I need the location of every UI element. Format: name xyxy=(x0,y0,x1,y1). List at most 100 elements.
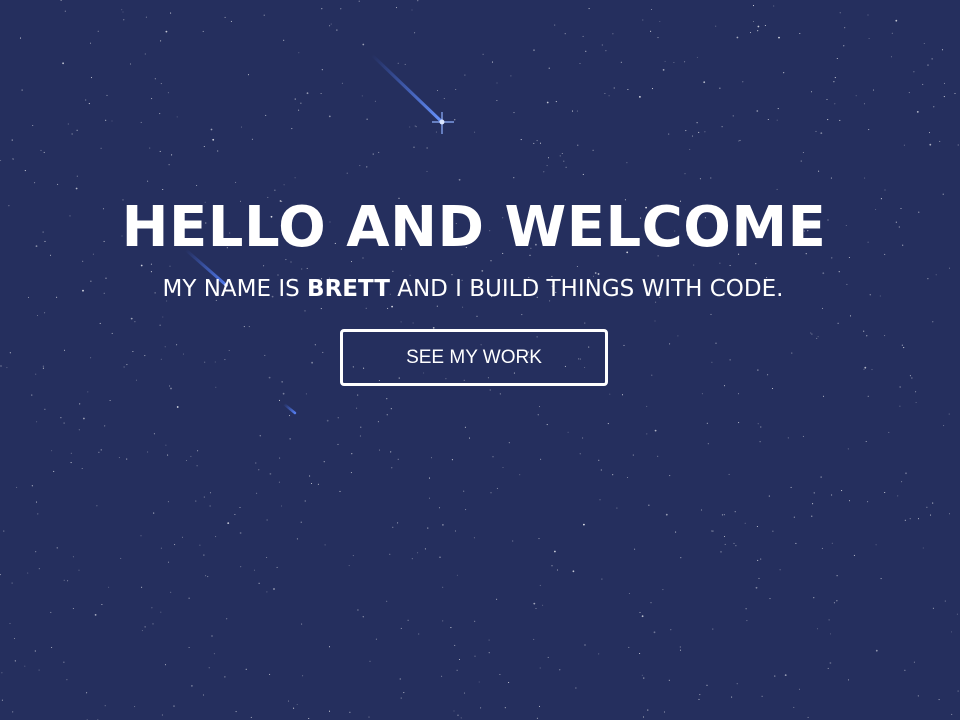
star xyxy=(387,307,389,309)
star xyxy=(791,352,793,354)
star xyxy=(176,116,178,118)
hero-title: HELLO AND WELCOME xyxy=(121,195,827,260)
star xyxy=(641,674,643,676)
star xyxy=(833,81,835,83)
star xyxy=(464,74,466,76)
star xyxy=(123,19,125,21)
star xyxy=(76,175,78,177)
star xyxy=(554,24,556,26)
star xyxy=(296,538,298,540)
star xyxy=(215,386,217,388)
star xyxy=(584,644,586,646)
star xyxy=(51,646,53,649)
star xyxy=(810,91,813,93)
star xyxy=(130,317,133,320)
star xyxy=(289,438,291,440)
star xyxy=(213,653,215,655)
star xyxy=(389,553,391,555)
star xyxy=(151,98,153,100)
star xyxy=(399,678,401,680)
star xyxy=(160,40,162,42)
star xyxy=(948,267,951,269)
star xyxy=(539,584,541,586)
star xyxy=(176,406,179,408)
star xyxy=(397,62,399,64)
star xyxy=(642,19,644,21)
star xyxy=(87,391,89,393)
star xyxy=(426,147,428,149)
star xyxy=(729,264,731,267)
star xyxy=(543,171,545,173)
star xyxy=(134,706,136,708)
star xyxy=(413,146,415,148)
star xyxy=(939,140,941,142)
star xyxy=(188,597,190,599)
star xyxy=(53,470,55,472)
star xyxy=(62,62,64,65)
star xyxy=(944,600,946,602)
star xyxy=(771,387,774,390)
star xyxy=(680,557,682,559)
star xyxy=(415,126,417,128)
star xyxy=(535,607,537,610)
star xyxy=(60,417,62,419)
star xyxy=(480,707,482,709)
star xyxy=(287,700,290,702)
shooting-star-1 xyxy=(370,53,454,134)
star xyxy=(957,690,959,692)
star xyxy=(207,576,209,578)
star xyxy=(240,126,243,128)
star xyxy=(604,92,606,95)
star xyxy=(749,32,752,34)
star xyxy=(605,50,607,52)
star xyxy=(323,461,325,463)
star xyxy=(392,526,394,528)
star xyxy=(508,442,510,444)
star xyxy=(356,407,358,409)
star xyxy=(651,374,653,376)
star xyxy=(473,537,475,539)
star xyxy=(909,375,911,377)
star xyxy=(9,622,11,625)
star xyxy=(670,629,672,631)
star xyxy=(129,63,132,65)
subtitle-name: BRETT xyxy=(307,276,390,302)
star xyxy=(818,170,820,172)
star xyxy=(867,501,869,503)
star xyxy=(339,490,341,492)
star xyxy=(739,139,741,141)
star xyxy=(176,344,178,346)
star xyxy=(539,142,542,144)
star xyxy=(899,405,901,407)
star xyxy=(72,607,74,610)
star xyxy=(769,598,771,600)
star xyxy=(153,512,155,514)
star xyxy=(3,530,5,532)
star xyxy=(13,637,16,640)
star xyxy=(464,426,466,428)
star xyxy=(654,429,657,432)
star xyxy=(456,669,458,671)
star xyxy=(414,32,416,34)
star xyxy=(147,180,149,182)
star xyxy=(572,570,575,573)
star xyxy=(165,30,168,33)
star xyxy=(554,550,556,553)
see-my-work-button[interactable]: SEE MY WORK xyxy=(340,329,608,386)
star xyxy=(905,472,907,475)
star xyxy=(209,505,211,507)
star xyxy=(849,315,852,317)
star xyxy=(816,628,819,630)
star xyxy=(767,374,769,376)
star xyxy=(141,630,143,632)
star xyxy=(185,459,188,462)
star xyxy=(830,177,832,179)
star xyxy=(773,5,775,7)
star xyxy=(588,8,590,10)
star xyxy=(328,115,331,118)
star xyxy=(767,118,769,121)
star xyxy=(738,140,740,142)
star xyxy=(349,711,351,713)
star xyxy=(768,495,770,497)
star xyxy=(165,444,167,446)
